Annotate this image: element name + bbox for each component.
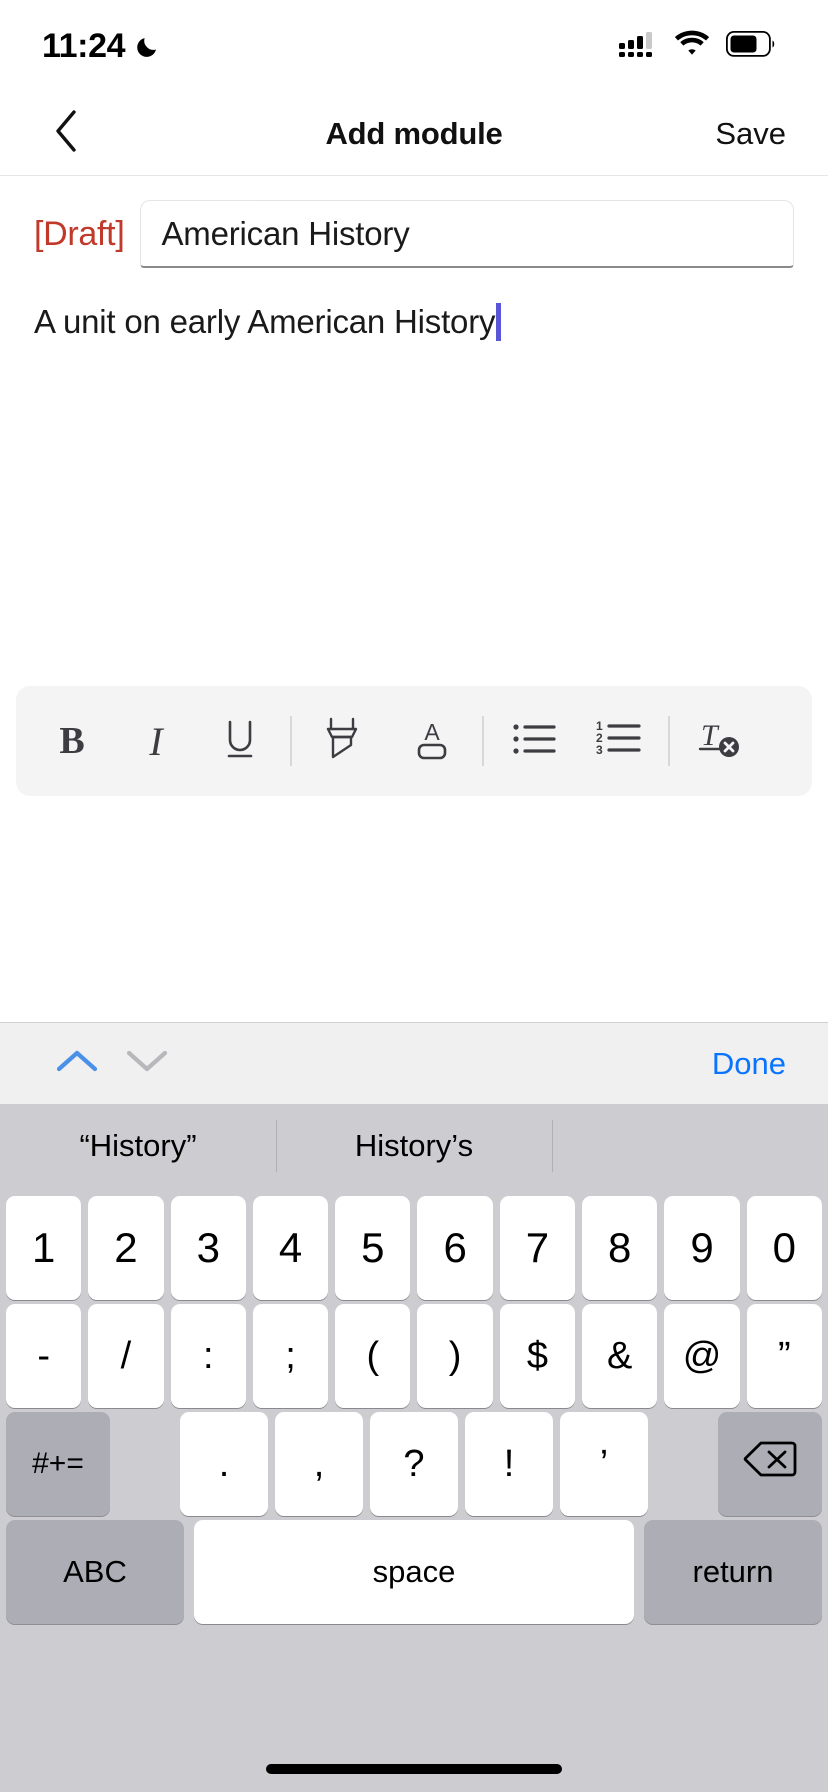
- toolbar-divider: [290, 716, 292, 766]
- chevron-down-icon: [125, 1047, 169, 1080]
- battery-icon: [725, 30, 776, 62]
- status-time: 11:24: [42, 26, 126, 65]
- suggestion-item[interactable]: History’s: [276, 1104, 552, 1188]
- text-color-button[interactable]: A: [400, 709, 464, 773]
- key-symbols-toggle[interactable]: #+=: [6, 1412, 110, 1516]
- clear-formatting-button[interactable]: T: [688, 709, 752, 773]
- bulleted-list-icon: [511, 718, 557, 765]
- moon-icon: [135, 33, 161, 59]
- italic-button[interactable]: I: [124, 709, 188, 773]
- rich-text-format-toolbar: B I A 1 2 3 T: [16, 686, 812, 796]
- key-slash[interactable]: /: [88, 1304, 164, 1408]
- clear-formatting-icon: T: [695, 715, 745, 768]
- bold-button[interactable]: B: [40, 709, 104, 773]
- keyboard-row-punctuation: #+= . , ? ! ’: [0, 1412, 828, 1516]
- suggestion-item[interactable]: “History”: [0, 1104, 276, 1188]
- key-paren-close[interactable]: ): [417, 1304, 493, 1408]
- numbered-list-button[interactable]: 1 2 3: [586, 709, 650, 773]
- underline-button[interactable]: [208, 709, 272, 773]
- module-description-value: A unit on early American History: [34, 303, 496, 340]
- toolbar-divider: [482, 716, 484, 766]
- key-ampersand[interactable]: &: [582, 1304, 658, 1408]
- key-quote[interactable]: ”: [746, 1304, 822, 1408]
- module-title-value: American History: [161, 214, 410, 252]
- status-bar: 11:24: [0, 0, 828, 92]
- keyboard-suggestion-bar: “History” History’s: [0, 1104, 828, 1188]
- save-button[interactable]: Save: [715, 116, 786, 152]
- key-apostrophe[interactable]: ’: [560, 1412, 648, 1516]
- keyboard-done-button[interactable]: Done: [712, 1046, 786, 1082]
- key-9[interactable]: 9: [664, 1196, 740, 1300]
- italic-icon: I: [149, 718, 163, 764]
- key-hyphen[interactable]: -: [6, 1304, 82, 1408]
- keyboard-row-symbols: - / : ; ( ) $ & @ ”: [0, 1304, 828, 1408]
- wifi-icon: [674, 30, 710, 62]
- key-return[interactable]: return: [644, 1520, 822, 1624]
- key-colon[interactable]: :: [170, 1304, 246, 1408]
- module-title-row: [Draft] American History: [0, 200, 828, 268]
- key-8[interactable]: 8: [582, 1196, 658, 1300]
- highlight-button[interactable]: [310, 709, 374, 773]
- toolbar-divider: [668, 716, 670, 766]
- next-field-button[interactable]: [112, 1034, 182, 1094]
- home-indicator: [266, 1764, 562, 1774]
- navigation-bar: Add module Save: [0, 92, 828, 176]
- key-2[interactable]: 2: [88, 1196, 164, 1300]
- key-backspace[interactable]: [718, 1412, 822, 1516]
- key-5[interactable]: 5: [335, 1196, 411, 1300]
- chevron-up-icon: [55, 1047, 99, 1080]
- phone-screen: 11:24 Add module Save [Draft] American H…: [0, 0, 828, 1792]
- module-description-input[interactable]: A unit on early American History: [0, 292, 828, 662]
- suggestion-item[interactable]: [552, 1104, 828, 1188]
- key-at[interactable]: @: [664, 1304, 740, 1408]
- key-question[interactable]: ?: [370, 1412, 458, 1516]
- key-paren-open[interactable]: (: [335, 1304, 411, 1408]
- highlighter-icon: [321, 715, 363, 768]
- key-3[interactable]: 3: [170, 1196, 246, 1300]
- text-cursor: [496, 303, 502, 341]
- svg-text:A: A: [424, 719, 440, 745]
- key-abc-toggle[interactable]: ABC: [6, 1520, 184, 1624]
- svg-text:T: T: [701, 719, 720, 752]
- key-0[interactable]: 0: [746, 1196, 822, 1300]
- text-color-icon: A: [411, 715, 453, 768]
- key-space[interactable]: space: [194, 1520, 634, 1624]
- key-semicolon[interactable]: ;: [252, 1304, 329, 1408]
- underline-icon: [222, 718, 258, 765]
- keyboard-row-bottom: ABC space return: [0, 1520, 828, 1624]
- key-1[interactable]: 1: [6, 1196, 82, 1300]
- page-title: Add module: [325, 115, 503, 151]
- cellular-signal-icon: [618, 30, 658, 63]
- key-dollar[interactable]: $: [499, 1304, 576, 1408]
- status-bar-right: [618, 30, 776, 63]
- key-4[interactable]: 4: [252, 1196, 329, 1300]
- key-comma[interactable]: ,: [275, 1412, 363, 1516]
- key-period[interactable]: .: [180, 1412, 268, 1516]
- bold-icon: B: [59, 720, 85, 762]
- key-6[interactable]: 6: [417, 1196, 493, 1300]
- status-bar-left: 11:24: [42, 27, 161, 66]
- numbered-list-icon: 1 2 3: [594, 718, 642, 765]
- key-exclamation[interactable]: !: [465, 1412, 553, 1516]
- draft-badge: [Draft]: [34, 214, 125, 253]
- keyboard-row-numbers: 1 2 3 4 5 6 7 8 9 0: [0, 1196, 828, 1300]
- bulleted-list-button[interactable]: [502, 709, 566, 773]
- on-screen-keyboard: 1 2 3 4 5 6 7 8 9 0 - / : ; ( ) $ & @ ” …: [0, 1188, 828, 1792]
- module-title-input[interactable]: American History: [140, 200, 794, 268]
- backspace-icon: [743, 1439, 797, 1489]
- keyboard-accessory-bar: Done: [0, 1022, 828, 1104]
- key-7[interactable]: 7: [499, 1196, 576, 1300]
- previous-field-button[interactable]: [42, 1034, 112, 1094]
- svg-text:3: 3: [596, 743, 603, 757]
